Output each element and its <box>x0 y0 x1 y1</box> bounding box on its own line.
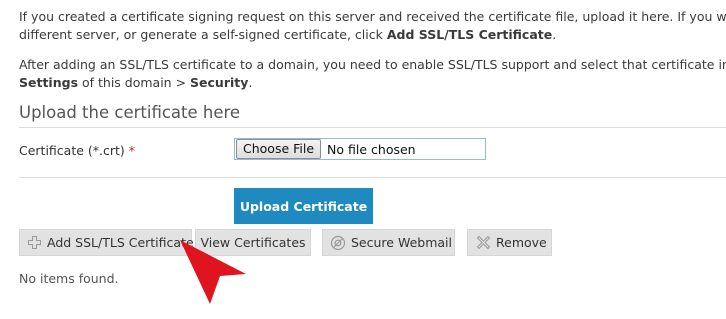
secure-webmail-label: Secure Webmail <box>351 235 452 250</box>
remove-button[interactable]: Remove <box>467 229 552 256</box>
intro-line: different server, or generate a self-sig… <box>19 26 726 44</box>
intro-text: . <box>248 75 253 90</box>
file-status-text: No file chosen <box>327 141 416 157</box>
intro-paragraph-upload: If you created a certificate signing req… <box>19 8 726 44</box>
intro-text: of this domain > <box>78 75 191 90</box>
ssl-certificates-page: If you created a certificate signing req… <box>0 0 726 319</box>
certificate-field-label: Certificate (*.crt) * <box>19 143 135 158</box>
intro-line: If you created a certificate signing req… <box>19 9 726 24</box>
upload-section-title: Upload the certificate here <box>19 103 241 122</box>
remove-icon <box>475 235 491 251</box>
add-ssl-certificate-label: Add SSL/TLS Certificate <box>47 235 194 250</box>
intro-bold-text: Add SSL/TLS Certificate <box>386 27 553 42</box>
intro-text: . <box>552 27 557 42</box>
intro-text: different server, or generate a self-sig… <box>19 27 387 42</box>
add-ssl-certificate-button[interactable]: Add SSL/TLS Certificate <box>19 229 194 256</box>
upload-certificate-button[interactable]: Upload Certificate <box>234 188 373 224</box>
intro-paragraph-enable: After adding an SSL/TLS certificate to a… <box>19 56 726 92</box>
intro-line: Settings of this domain > Security. <box>19 74 726 92</box>
intro-bold-text: Security <box>190 75 249 90</box>
view-certificates-label: View Certificates <box>200 235 306 250</box>
view-certificates-button[interactable]: View Certificates <box>195 229 311 256</box>
webmail-icon <box>330 235 346 251</box>
required-mark: * <box>128 143 136 158</box>
empty-list-message: No items found. <box>19 271 119 286</box>
plus-icon <box>27 235 42 251</box>
secure-webmail-button[interactable]: Secure Webmail <box>322 229 455 256</box>
remove-label: Remove <box>496 235 547 250</box>
section-divider <box>19 127 726 128</box>
intro-line: After adding an SSL/TLS certificate to a… <box>19 57 726 72</box>
intro-bold-text: Settings <box>19 75 79 90</box>
form-divider <box>19 177 726 178</box>
certificate-file-input[interactable]: Choose File No file chosen <box>234 138 486 160</box>
certificate-label-text: Certificate (*.crt) <box>19 143 125 158</box>
choose-file-button[interactable]: Choose File <box>236 139 322 159</box>
